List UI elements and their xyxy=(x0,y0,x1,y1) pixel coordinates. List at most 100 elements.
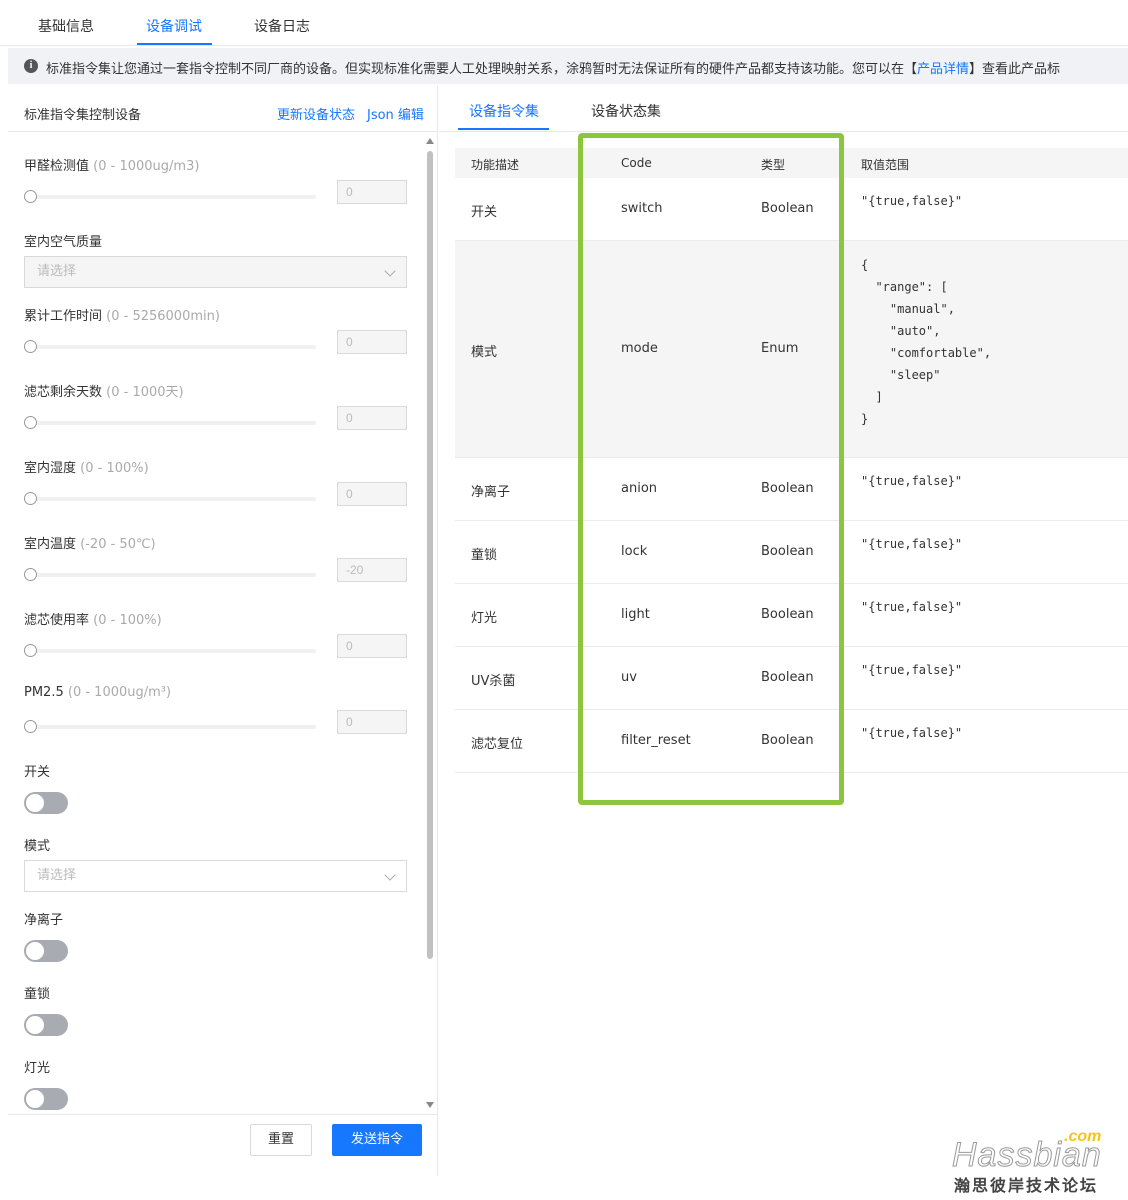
cell-range: "{true,false}" xyxy=(861,474,963,488)
range-text: (0 - 1000ug/m³) xyxy=(67,685,172,700)
field-humidity-label: 室内湿度 (0 - 100%) xyxy=(24,457,149,476)
watermark-logo: .com Hassbian 瀚思彼岸技术论坛 xyxy=(950,1128,1120,1195)
label-text: 甲醛检测值 xyxy=(24,159,90,174)
scroll-down-arrow-icon[interactable] xyxy=(426,1102,434,1108)
info-icon: i xyxy=(24,59,38,73)
control-form: 甲醛检测值 (0 - 1000ug/m3) 0 室内空气质量 请选择 累计工作时… xyxy=(8,133,438,1113)
filter-days-slider[interactable] xyxy=(24,416,316,429)
control-panel-title: 标准指令集控制设备 xyxy=(24,108,142,123)
filter-usage-slider[interactable] xyxy=(24,644,316,657)
cell-desc: 模式 xyxy=(471,345,498,360)
chevron-down-icon xyxy=(384,869,396,881)
tab-divider xyxy=(439,131,1128,132)
label-text: 室内温度 xyxy=(24,537,77,552)
field-filter-usage-label: 滤芯使用率 (0 - 100%) xyxy=(24,609,162,628)
tab-device-debug[interactable]: 设备调试 xyxy=(146,16,202,36)
notice-banner: i 标准指令集让您通过一套指令控制不同厂商的设备。但实现标准化需要人工处理映射关… xyxy=(8,48,1128,84)
slider-handle[interactable] xyxy=(24,416,37,429)
toggle-knob xyxy=(26,1016,44,1034)
field-switch-label: 开关 xyxy=(24,765,51,780)
cell-range: "{true,false}" xyxy=(861,600,963,614)
label-text: 室内湿度 xyxy=(24,461,77,476)
column-header: 取值范围 xyxy=(861,158,910,172)
field-formaldehyde-label: 甲醛检测值 (0 - 1000ug/m3) xyxy=(24,155,199,174)
label-text: 滤芯剩余天数 xyxy=(24,385,103,400)
light-toggle[interactable] xyxy=(24,1088,68,1110)
column-header: 功能描述 xyxy=(471,158,520,172)
active-tab-indicator xyxy=(137,43,212,45)
field-pm25-label: PM2.5 (0 - 1000ug/m³) xyxy=(24,685,171,700)
work-time-input[interactable]: 0 xyxy=(337,330,407,354)
formaldehyde-slider[interactable] xyxy=(24,190,316,203)
field-temperature-label: 室内温度 (-20 - 50℃) xyxy=(24,533,156,552)
scroll-up-arrow-icon[interactable] xyxy=(426,138,434,144)
tab-basic-info[interactable]: 基础信息 xyxy=(38,16,94,36)
watermark-sub: 瀚思彼岸技术论坛 xyxy=(954,1176,1099,1195)
mode-select[interactable]: 请选择 xyxy=(24,860,407,892)
notice-text: 标准指令集让您通过一套指令控制不同厂商的设备。但实现标准化需要人工处理映射关系，… xyxy=(46,58,1060,77)
lock-toggle[interactable] xyxy=(24,1014,68,1036)
cell-range: "{true,false}" xyxy=(861,663,963,677)
pm25-slider[interactable] xyxy=(24,720,316,733)
work-time-slider[interactable] xyxy=(24,340,316,353)
tab-status-set[interactable]: 设备状态集 xyxy=(591,101,661,121)
chevron-down-icon xyxy=(384,265,396,277)
slider-handle[interactable] xyxy=(24,644,37,657)
tab-command-set[interactable]: 设备指令集 xyxy=(469,101,539,121)
select-placeholder: 请选择 xyxy=(37,264,77,279)
field-anion-label: 净离子 xyxy=(24,913,64,928)
temperature-input[interactable]: -20 xyxy=(337,558,407,582)
slider-handle[interactable] xyxy=(24,492,37,505)
temperature-slider[interactable] xyxy=(24,568,316,581)
cell-desc: 净离子 xyxy=(471,485,511,500)
highlight-box xyxy=(578,133,844,805)
cell-desc: 童锁 xyxy=(471,548,498,563)
slider-handle[interactable] xyxy=(24,340,37,353)
cell-desc: 灯光 xyxy=(471,611,498,626)
toggle-knob xyxy=(26,942,44,960)
top-tab-bar: 基础信息 设备调试 设备日志 xyxy=(0,0,1128,46)
notice-text-before: 标准指令集让您通过一套指令控制不同厂商的设备。但实现标准化需要人工处理映射关系，… xyxy=(46,62,918,77)
range-text: (0 - 1000ug/m3) xyxy=(93,159,200,174)
label-text: 累计工作时间 xyxy=(24,309,103,324)
humidity-slider[interactable] xyxy=(24,492,316,505)
humidity-input[interactable]: 0 xyxy=(337,482,407,506)
control-panel-header: 标准指令集控制设备 更新设备状态 Json 编辑 xyxy=(8,86,438,132)
reset-button[interactable]: 重置 xyxy=(250,1124,312,1156)
filter-usage-input[interactable]: 0 xyxy=(337,634,407,658)
refresh-status-link[interactable]: 更新设备状态 xyxy=(277,104,355,123)
json-edit-link[interactable]: Json 编辑 xyxy=(367,104,424,123)
formaldehyde-input[interactable]: 0 xyxy=(337,180,407,204)
pm25-input[interactable]: 0 xyxy=(337,710,407,734)
scrollbar-thumb[interactable] xyxy=(427,151,433,959)
anion-toggle[interactable] xyxy=(24,940,68,962)
cell-desc: UV杀菌 xyxy=(471,674,516,689)
cell-range: "{true,false}" xyxy=(861,537,963,551)
slider-handle[interactable] xyxy=(24,720,37,733)
slider-handle[interactable] xyxy=(24,568,37,581)
label-text: 滤芯使用率 xyxy=(24,613,90,628)
slider-handle[interactable] xyxy=(24,190,37,203)
vertical-scrollbar[interactable] xyxy=(424,133,436,1113)
notice-text-after: 】查看此产品标 xyxy=(969,62,1061,77)
control-panel-footer: 重置 发送指令 xyxy=(8,1114,438,1176)
range-text: (0 - 5256000min) xyxy=(106,309,220,324)
toggle-knob xyxy=(26,1090,44,1108)
range-text: (-20 - 50℃) xyxy=(80,537,156,552)
filter-days-input[interactable]: 0 xyxy=(337,406,407,430)
send-command-button[interactable]: 发送指令 xyxy=(332,1124,422,1156)
cell-range: "{true,false}" xyxy=(861,726,963,740)
label-text: PM2.5 xyxy=(24,685,64,700)
cell-desc: 滤芯复位 xyxy=(471,737,524,752)
field-air-quality-label: 室内空气质量 xyxy=(24,235,103,250)
cell-desc: 开关 xyxy=(471,205,498,220)
active-tab-indicator xyxy=(458,128,549,130)
select-placeholder: 请选择 xyxy=(37,868,77,883)
air-quality-select[interactable]: 请选择 xyxy=(24,256,407,288)
tab-device-log[interactable]: 设备日志 xyxy=(254,16,310,36)
switch-toggle[interactable] xyxy=(24,792,68,814)
cell-range: "{true,false}" xyxy=(861,194,963,208)
field-lock-label: 童锁 xyxy=(24,987,51,1002)
cell-range: { "range": [ "manual", "auto", "comforta… xyxy=(861,258,992,426)
product-detail-link[interactable]: 产品详情 xyxy=(917,62,969,77)
